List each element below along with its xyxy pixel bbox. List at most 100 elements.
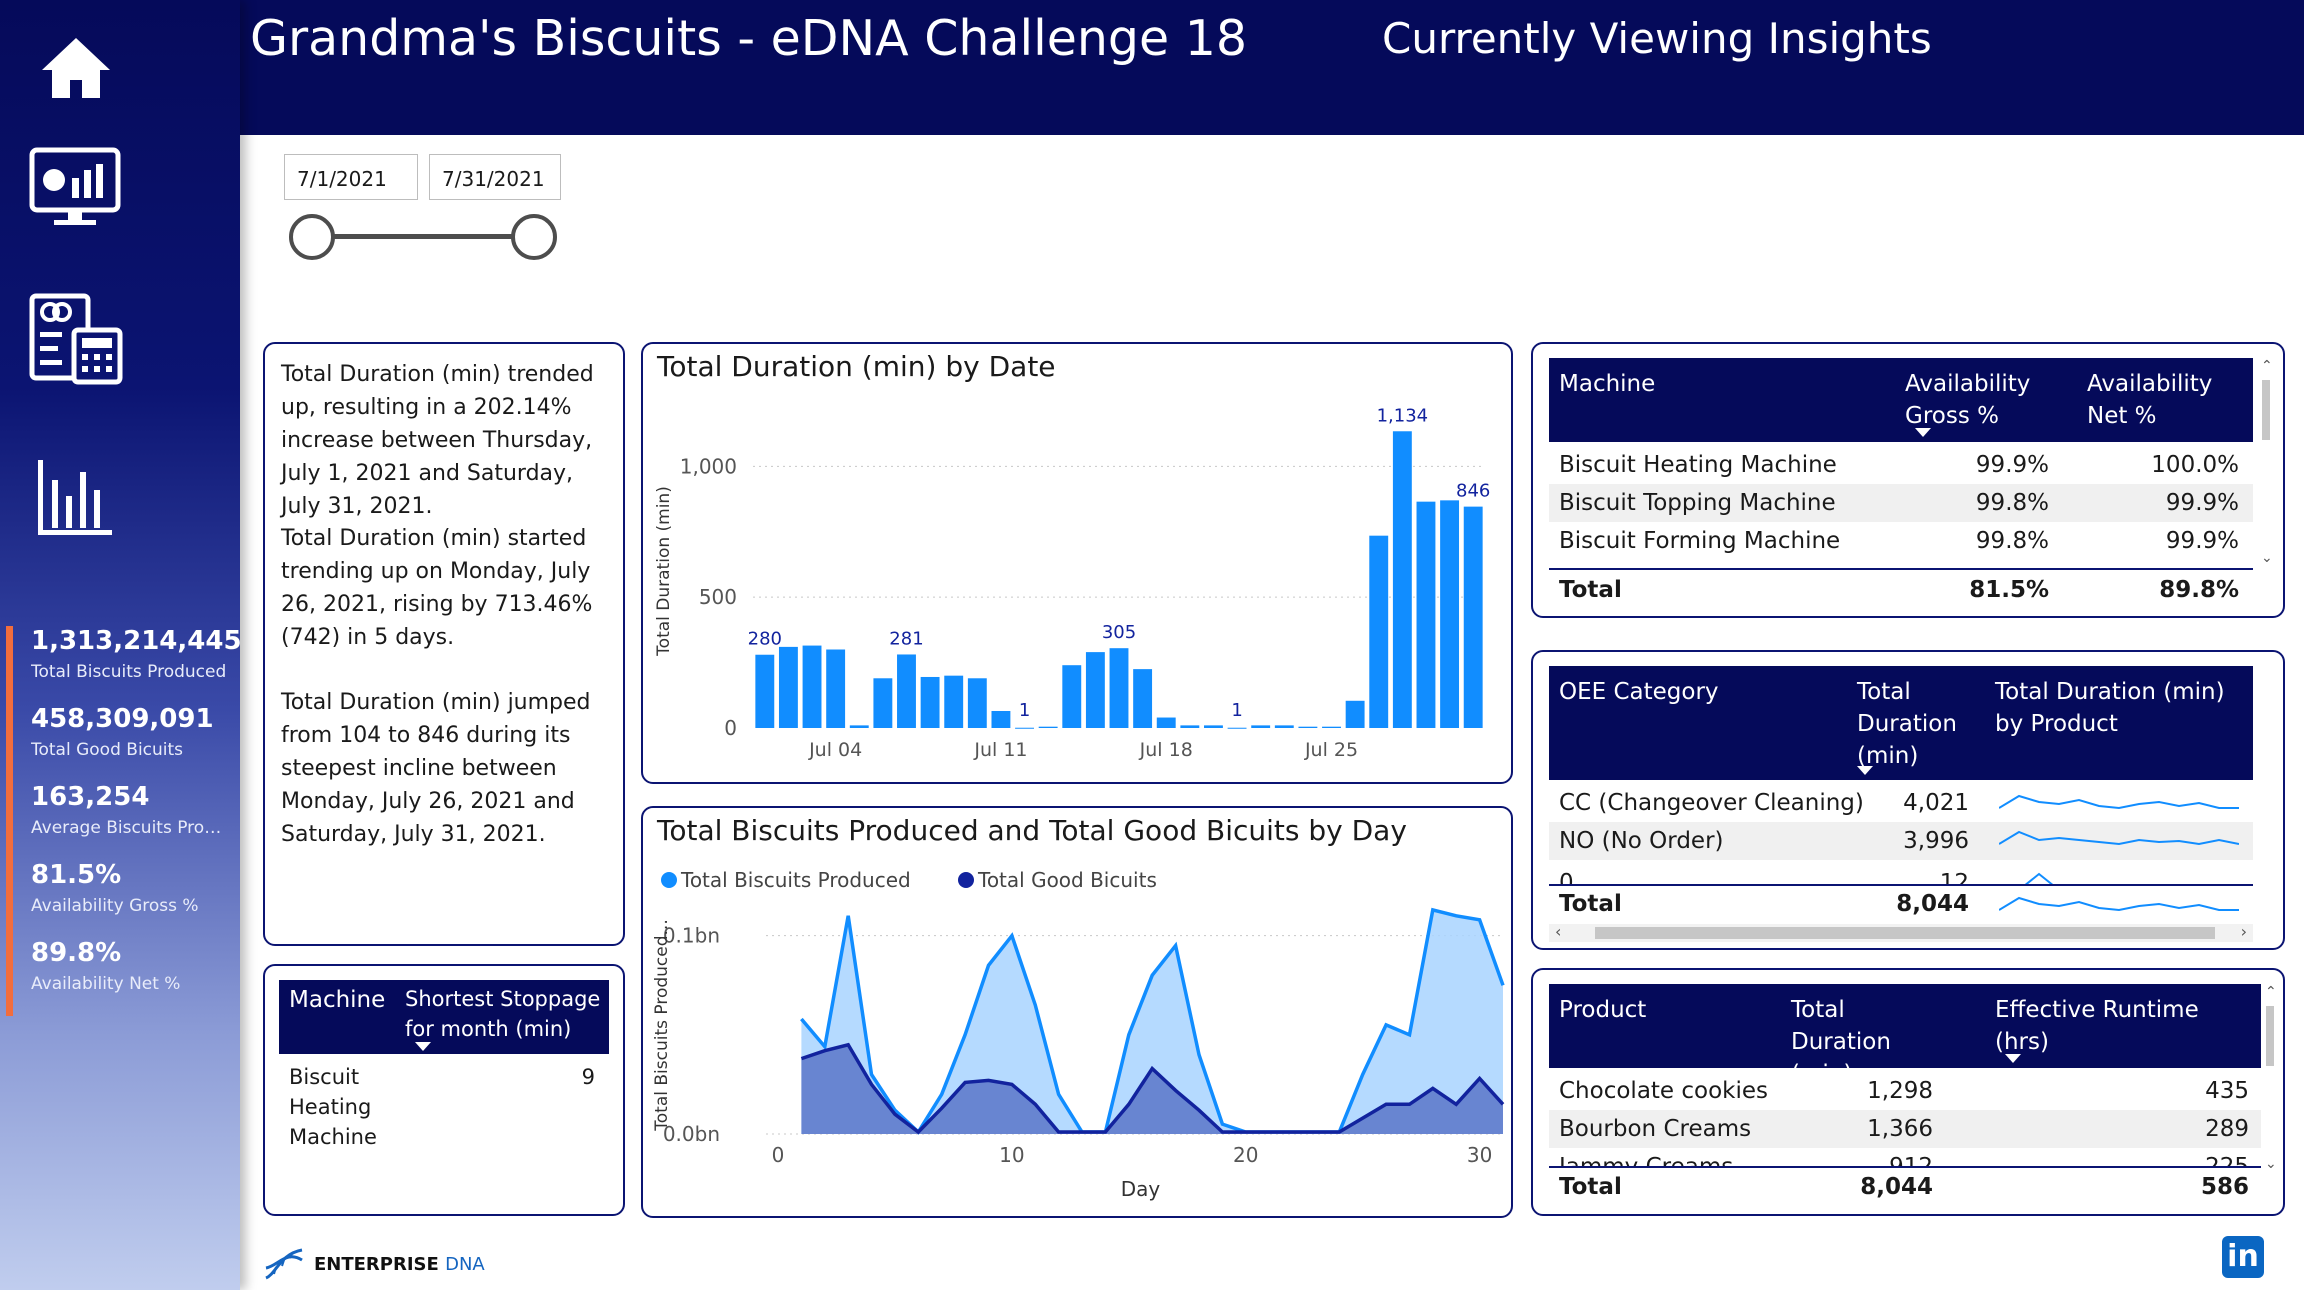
data-label: 281 xyxy=(889,628,923,649)
kpi-label: Total Good Bicuits xyxy=(31,740,184,760)
x-tick-label: 0 xyxy=(772,1143,785,1167)
bar xyxy=(1251,725,1271,728)
x-tick-label: 30 xyxy=(1467,1143,1492,1167)
bar xyxy=(1015,727,1034,729)
table-total-row: Total 81.5% 89.8% xyxy=(1549,568,2253,608)
scroll-down-icon[interactable]: ⌄ xyxy=(2265,1156,2277,1172)
x-tick-label: Jul 18 xyxy=(1139,739,1193,761)
bar xyxy=(1416,501,1436,728)
kpi-value: 458,309,091 xyxy=(31,704,214,734)
data-label: 305 xyxy=(1102,622,1136,643)
scroll-up-icon[interactable]: ⌃ xyxy=(2265,984,2277,1000)
kpi-value: 163,254 xyxy=(31,782,150,812)
table-cell-runtime: 435 xyxy=(2205,1078,2249,1104)
y-tick-label: 500 xyxy=(699,585,737,609)
date-range-slider-track[interactable] xyxy=(310,234,535,239)
linkedin-icon[interactable]: in xyxy=(2222,1236,2264,1278)
bar xyxy=(1227,727,1247,729)
column-header-shortest-stoppage[interactable]: Shortest Stoppage for month (min) xyxy=(405,984,605,1044)
kpi-value: 1,313,214,445 xyxy=(31,626,242,656)
table-total-row: Total 8,044 xyxy=(1549,884,2253,920)
table-cell-value: 9 xyxy=(581,1065,595,1089)
column-header-effective-runtime[interactable]: Effective Runtime (hrs) xyxy=(1995,994,2255,1058)
data-label: 1,134 xyxy=(1377,405,1429,426)
total-value: 8,044 xyxy=(1896,891,1969,917)
table-row[interactable]: Jammy Creams 912 225 xyxy=(1549,1148,2261,1168)
column-header-product[interactable]: Product xyxy=(1559,994,1646,1026)
table-cell-product: Bourbon Creams xyxy=(1559,1116,1752,1142)
table-cell-duration: 1,298 xyxy=(1867,1078,1933,1104)
bar xyxy=(944,675,964,728)
kpi-label: Availability Net % xyxy=(31,974,181,994)
scroll-right-icon[interactable]: › xyxy=(2241,922,2247,941)
bar xyxy=(1085,652,1105,728)
enterprise-dna-logo: ENTERPRISE DNA xyxy=(262,1246,485,1282)
bar xyxy=(920,676,940,728)
dna-helix-icon xyxy=(265,1248,303,1280)
column-header-oee-category[interactable]: OEE Category xyxy=(1559,676,1719,708)
start-slider-handle[interactable] xyxy=(289,214,335,260)
y-axis-label: Total Duration (min) xyxy=(654,486,674,657)
total-label: Total xyxy=(1559,891,1622,917)
table-total-row: Total 8,044 586 xyxy=(1549,1166,2261,1204)
start-date-input[interactable]: 7/1/2021 xyxy=(284,154,418,200)
table-cell-gross: 99.9% xyxy=(1975,452,2049,478)
narrative-paragraph: Total Duration (min) trended up, resulti… xyxy=(281,362,594,519)
sort-desc-icon[interactable] xyxy=(415,1042,431,1051)
column-header-total-duration[interactable]: Total Duration (min) xyxy=(1857,676,1967,772)
end-slider-handle[interactable] xyxy=(511,214,557,260)
legend-label: Total Biscuits Produced xyxy=(680,868,911,892)
column-header-duration-by-product[interactable]: Total Duration (min) by Product xyxy=(1995,676,2245,740)
table-row[interactable]: Chocolate cookies 1,298 435 xyxy=(1549,1072,2261,1110)
vertical-scrollbar[interactable] xyxy=(2266,1006,2274,1066)
table-row[interactable]: CC (Changeover Cleaning) 4,021 xyxy=(1549,784,2253,822)
page-subtitle: Currently Viewing Insights xyxy=(1382,14,1932,63)
sort-desc-icon[interactable] xyxy=(1857,766,1873,775)
logo-text-light: DNA xyxy=(445,1254,485,1275)
bar xyxy=(1274,725,1294,728)
home-icon[interactable] xyxy=(28,20,124,116)
scrollbar-thumb[interactable] xyxy=(1595,927,2215,939)
table-cell-product: Jammy Creams xyxy=(1559,1154,1734,1168)
scroll-left-icon[interactable]: ‹ xyxy=(1555,922,1561,941)
table-row[interactable]: Biscuit Forming Machine 99.8% 99.9% xyxy=(1549,522,2253,560)
sparkline xyxy=(1999,830,2239,846)
table-row[interactable]: Biscuit Topping Machine 99.8% 99.9% xyxy=(1549,484,2253,522)
dashboard-monitor-icon[interactable] xyxy=(28,140,124,236)
sparkline xyxy=(1999,896,2239,912)
table-row[interactable]: Bourbon Creams 1,366 289 xyxy=(1549,1110,2261,1148)
bar xyxy=(1204,725,1223,728)
vertical-scrollbar[interactable] xyxy=(2262,380,2270,440)
kpi-average-biscuits: 163,254 Average Biscuits Prod... xyxy=(6,782,231,860)
duration-by-date-card: Total Duration (min) by Date 0 500 1,000 To… xyxy=(641,342,1513,784)
sort-desc-icon[interactable] xyxy=(1915,428,1931,437)
smart-narrative-card: Total Duration (min) trended up, resulti… xyxy=(263,342,625,946)
table-row[interactable]: NO (No Order) 3,996 xyxy=(1549,822,2253,860)
sort-desc-icon[interactable] xyxy=(2005,1054,2021,1063)
bar xyxy=(778,646,798,728)
column-header-machine[interactable]: Machine xyxy=(289,984,385,1016)
total-duration: 8,044 xyxy=(1860,1174,1933,1200)
report-calculator-icon[interactable] xyxy=(28,290,124,386)
column-header-machine[interactable]: Machine xyxy=(1559,368,1655,400)
bar xyxy=(1062,665,1082,728)
scroll-down-icon[interactable]: ⌄ xyxy=(2261,550,2273,566)
y-axis-label: Total Biscuits Produced... xyxy=(652,919,672,1131)
column-header-availability-gross[interactable]: Availability Gross % xyxy=(1905,368,2055,432)
sidebar: 1,313,214,445 Total Biscuits Produced 45… xyxy=(0,0,242,1290)
table-cell-product: Chocolate cookies xyxy=(1559,1078,1769,1104)
bar xyxy=(873,678,893,728)
bar xyxy=(1369,535,1389,728)
oee-table-card: OEE Category Total Duration (min) Total … xyxy=(1531,650,2285,950)
legend-label: Total Good Bicuits xyxy=(977,868,1157,892)
bar xyxy=(802,645,822,728)
page-title: Grandma's Biscuits - eDNA Challenge 18 xyxy=(250,10,1248,67)
scroll-up-icon[interactable]: ⌃ xyxy=(2261,358,2273,374)
bar xyxy=(1440,500,1460,728)
column-header-availability-net[interactable]: Availability Net % xyxy=(2087,368,2237,432)
bar-chart-icon[interactable] xyxy=(28,450,124,546)
horizontal-scrollbar[interactable]: ‹ › xyxy=(1549,922,2253,942)
end-date-input[interactable]: 7/31/2021 xyxy=(429,154,561,200)
table-row[interactable]: Biscuit Heating Machine 99.9% 100.0% xyxy=(1549,446,2253,484)
table-cell-value: 4,021 xyxy=(1903,790,1969,816)
